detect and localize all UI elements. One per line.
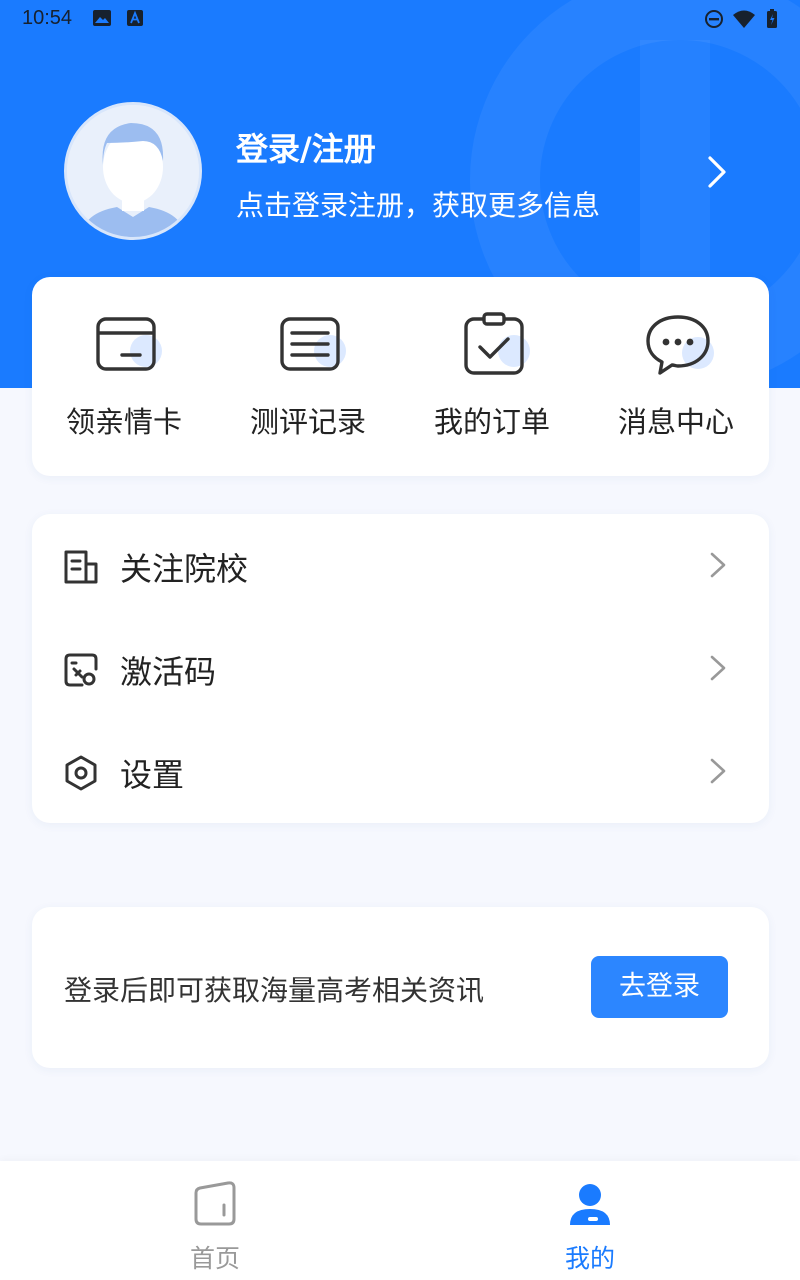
quick-action-my-orders[interactable]: 我的订单 <box>400 277 584 476</box>
building-icon <box>64 550 98 584</box>
chevron-right-icon <box>710 552 726 578</box>
do-not-disturb-icon <box>705 10 723 28</box>
chat-bubble-icon <box>646 315 714 375</box>
chevron-right-icon <box>710 758 726 784</box>
menu-item-activation-code[interactable]: 激活码 <box>32 617 769 720</box>
user-icon <box>570 1184 610 1225</box>
quick-action-label: 测评记录 <box>249 405 366 439</box>
bottom-tab-bar: 首页 我的 <box>0 1161 800 1280</box>
activation-code-icon <box>64 653 98 687</box>
menu-item-label: 关注院校 <box>120 550 249 588</box>
status-time: 10:54 <box>22 7 73 29</box>
quick-action-message-center[interactable]: 消息中心 <box>584 277 768 476</box>
quick-action-test-records[interactable]: 测评记录 <box>216 277 400 476</box>
list-icon <box>280 317 346 371</box>
card-icon <box>96 317 162 371</box>
menu-item-followed-schools[interactable]: 关注院校 <box>32 514 769 617</box>
quick-action-label: 消息中心 <box>617 405 734 439</box>
menu-item-label: 激活码 <box>120 653 217 691</box>
menu-item-label: 设置 <box>120 756 185 794</box>
promo-text: 登录后即可获取海量高考相关资讯 <box>64 974 485 1007</box>
quick-actions-card: 领亲情卡 测评记录 我的订单 消息中心 <box>32 277 769 476</box>
keyboard-notification-icon <box>127 10 143 26</box>
quick-action-family-card[interactable]: 领亲情卡 <box>32 277 216 476</box>
default-avatar-icon <box>67 105 199 237</box>
avatar[interactable] <box>64 102 202 240</box>
tab-label: 我的 <box>564 1244 615 1273</box>
wifi-icon <box>733 10 755 28</box>
menu-item-settings[interactable]: 设置 <box>32 720 769 823</box>
chevron-right-icon <box>710 655 726 681</box>
login-subtitle: 点击登录注册，获取更多信息 <box>236 189 601 222</box>
quick-action-label: 我的订单 <box>433 405 550 439</box>
image-notification-icon <box>93 10 111 26</box>
home-icon <box>194 1181 236 1226</box>
login-title[interactable]: 登录/注册 <box>236 124 376 170</box>
battery-icon <box>767 9 777 28</box>
login-promo-card: 登录后即可获取海量高考相关资讯 去登录 <box>32 907 769 1068</box>
status-bar: 10:54 <box>0 0 800 36</box>
settings-hexagon-icon <box>65 755 97 791</box>
chevron-right-icon[interactable] <box>700 152 734 192</box>
quick-action-label: 领亲情卡 <box>65 405 182 439</box>
menu-card: 关注院校 激活码 设置 <box>32 514 769 823</box>
clipboard-check-icon <box>464 312 530 375</box>
tab-mine[interactable]: 我的 <box>390 1161 790 1280</box>
tab-home[interactable]: 首页 <box>15 1161 415 1280</box>
tab-label: 首页 <box>189 1244 240 1273</box>
go-login-button[interactable]: 去登录 <box>591 956 728 1018</box>
